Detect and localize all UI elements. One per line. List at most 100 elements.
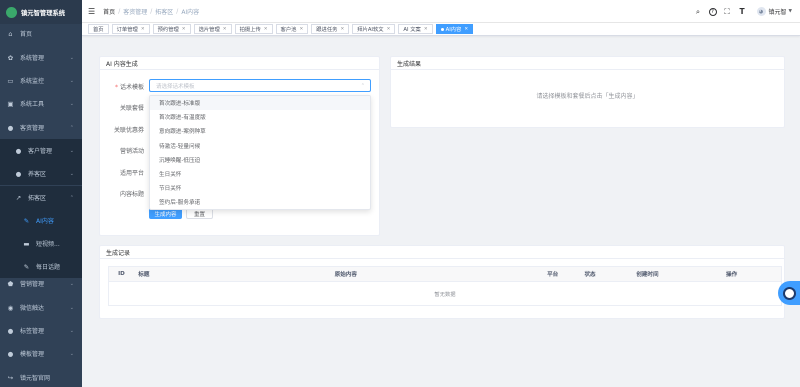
support-button[interactable] bbox=[778, 281, 800, 305]
active-dot bbox=[440, 27, 444, 31]
breadcrumb-ai-content: AI内容 bbox=[181, 8, 200, 16]
close-icon[interactable]: ✕ bbox=[223, 27, 227, 32]
tag-photo-selection[interactable]: 选片管理 ✕ bbox=[193, 24, 232, 34]
sidebar-item-short-video[interactable]: ▬ 短视频... bbox=[0, 232, 82, 255]
sidebar-item-label: 系统监控 bbox=[20, 78, 45, 85]
tag-ai-content[interactable]: AI内容 ✕ bbox=[435, 24, 474, 34]
column-status: 状态 bbox=[584, 272, 596, 278]
template-label: * 话术模板 bbox=[114, 84, 144, 91]
chevron-up-icon: ⌃ bbox=[69, 194, 74, 201]
logo-icon bbox=[6, 6, 17, 18]
option-holiday[interactable]: 节日关怀 bbox=[150, 181, 370, 195]
chevron-down-icon: ⌄ bbox=[69, 170, 74, 177]
sidebar-item-home[interactable]: ⌂ 首页 bbox=[0, 22, 82, 45]
sidebar-item-system[interactable]: ✿ 系统管理 ⌄ bbox=[0, 46, 82, 69]
option-first-warm[interactable]: 首次跟进-有温度版 bbox=[150, 110, 370, 124]
sidebar-item-label: 微信触达 bbox=[20, 305, 45, 312]
close-icon[interactable]: ✕ bbox=[387, 27, 391, 32]
sidebar-item-nurture[interactable]: ● 养客区 ⌄ bbox=[0, 162, 82, 185]
user-name[interactable]: 镇元智 bbox=[769, 7, 787, 16]
sidebar: 镇元智管理系统 ⌂ 首页 ✿ 系统管理 ⌄ ▭ 系统监控 ⌄ ▣ 系统工具 ⌄ … bbox=[0, 0, 82, 387]
close-icon[interactable]: ✕ bbox=[340, 27, 344, 32]
user-icon: ● bbox=[7, 326, 14, 335]
option-birthday[interactable]: 生日关怀 bbox=[150, 167, 370, 181]
user-icon: ● bbox=[7, 123, 14, 132]
close-icon[interactable]: ✕ bbox=[464, 27, 468, 32]
fullscreen-icon[interactable]: ⛶ bbox=[723, 7, 732, 17]
users-icon: ● bbox=[15, 169, 22, 178]
tag-ai-article[interactable]: 拜片AI软文 ✕ bbox=[352, 24, 396, 34]
help-icon[interactable]: ? bbox=[708, 7, 717, 16]
coupon-label: 关联优惠券 bbox=[113, 127, 144, 134]
caret-down-icon[interactable]: ▼ bbox=[789, 9, 792, 14]
tags-view: 首页 订单管理 ✕ 预约管理 ✕ 选片管理 ✕ 拍摄上传 ✕ 客户池 ✕ 跟进任务 ✕ 拜片… bbox=[82, 23, 800, 36]
close-icon[interactable]: ✕ bbox=[424, 27, 428, 32]
tag-ai-copy[interactable]: AI 文案 ✕ bbox=[398, 24, 433, 34]
template-select-placeholder: 请选择话术模板 bbox=[156, 83, 195, 90]
sidebar-item-tools[interactable]: ▣ 系统工具 ⌄ bbox=[0, 92, 82, 115]
sidebar-item-templates[interactable]: ● 模板管理 ⌄ bbox=[0, 342, 82, 365]
tool-icon: ▣ bbox=[7, 99, 14, 108]
option-intent-case[interactable]: 意向跟进-案例种草 bbox=[150, 124, 370, 138]
support-avatar-icon bbox=[782, 286, 796, 300]
font-size-icon[interactable]: T bbox=[738, 7, 747, 16]
close-icon[interactable]: ✕ bbox=[299, 27, 303, 32]
close-icon[interactable]: ✕ bbox=[182, 27, 186, 32]
sidebar-item-wechat[interactable]: ◉ 微信触达 ⌄ bbox=[0, 296, 82, 319]
tag-orders[interactable]: 订单管理 ✕ bbox=[111, 24, 150, 34]
records-card: 生成记录 ID 标题 原始内容 平台 状态 创建时间 操作 暂无数据 bbox=[99, 245, 785, 319]
column-platform: 平台 bbox=[547, 272, 559, 278]
edit-icon: ✎ bbox=[23, 216, 30, 225]
avatar[interactable]: ◕ bbox=[756, 7, 766, 16]
column-title: 标题 bbox=[138, 272, 150, 278]
breadcrumb-home[interactable]: 首页 bbox=[103, 7, 115, 16]
breadcrumb-prospecting: 拓客区 bbox=[155, 8, 174, 16]
shirt-icon: ⬟ bbox=[7, 279, 14, 288]
chevron-up-icon: ⌃ bbox=[69, 124, 74, 131]
option-activate-light[interactable]: 待激活-轻量问候 bbox=[150, 139, 370, 153]
chevron-down-icon: ⌄ bbox=[69, 280, 74, 287]
sidebar-item-label: 系统管理 bbox=[20, 55, 45, 62]
column-created-at: 创建时间 bbox=[636, 272, 659, 278]
tag-customer-pool[interactable]: 客户池 ✕ bbox=[275, 24, 309, 34]
close-icon[interactable]: ✕ bbox=[264, 27, 268, 32]
tag-upload[interactable]: 拍摄上传 ✕ bbox=[234, 24, 273, 34]
close-icon[interactable]: ✕ bbox=[141, 27, 145, 32]
card-title: AI 内容生成 bbox=[100, 57, 379, 70]
sidebar-item-label: 拓客区 bbox=[28, 195, 47, 202]
result-empty-text: 请选择模板和套餐后点击「生成内容」 bbox=[536, 93, 639, 100]
card-title: 生成记录 bbox=[100, 246, 784, 259]
sidebar-item-prospecting[interactable]: ↗ 拓客区 ⌃ bbox=[0, 186, 82, 209]
records-table: ID 标题 原始内容 平台 状态 创建时间 操作 暂无数据 bbox=[108, 266, 782, 306]
sidebar-item-website[interactable]: ↪ 镇元智官网 bbox=[0, 366, 82, 387]
video-icon: ▬ bbox=[23, 239, 30, 248]
sidebar-item-customer-resources[interactable]: ● 客资管理 ⌃ bbox=[0, 116, 82, 139]
hamburger-icon[interactable]: ☰ bbox=[88, 7, 95, 16]
chevron-down-icon: ⌄ bbox=[69, 100, 74, 107]
users-icon: ● bbox=[15, 146, 22, 155]
option-dormant-wake[interactable]: 沉睡唤醒-低压迫 bbox=[150, 153, 370, 167]
sidebar-item-customers[interactable]: ● 客户管理 ⌄ bbox=[0, 139, 82, 162]
column-actions: 操作 bbox=[726, 272, 738, 278]
option-first-standard[interactable]: 首次跟进-标准版 bbox=[150, 96, 370, 111]
option-after-signing[interactable]: 签约后-服务承诺 bbox=[150, 195, 370, 209]
sidebar-item-marketing[interactable]: ⬟ 营销管理 ⌄ bbox=[0, 272, 82, 295]
sidebar-item-label: 短视频... bbox=[36, 241, 60, 248]
template-select[interactable]: 请选择话术模板 ⌃ bbox=[149, 79, 371, 92]
sidebar-item-monitor[interactable]: ▭ 系统监控 ⌄ bbox=[0, 69, 82, 92]
sidebar-item-label: 镇元智官网 bbox=[20, 375, 51, 382]
column-original-content: 原始内容 bbox=[334, 272, 357, 278]
sidebar-item-tags[interactable]: ● 标签管理 ⌄ bbox=[0, 319, 82, 342]
navbar-tools: ⌕ ? ⛶ T ◕ 镇元智 ▼ bbox=[688, 0, 792, 23]
trend-icon: ↗ bbox=[15, 193, 22, 202]
gear-icon: ✿ bbox=[7, 53, 14, 62]
search-icon[interactable]: ⌕ bbox=[694, 7, 703, 17]
tag-followup[interactable]: 跟进任务 ✕ bbox=[311, 24, 350, 34]
table-empty-text: 暂无数据 bbox=[108, 282, 782, 306]
tag-home[interactable]: 首页 bbox=[88, 24, 109, 34]
brand[interactable]: 镇元智管理系统 bbox=[0, 0, 82, 24]
sidebar-item-ai-content[interactable]: ✎ AI内容 bbox=[0, 209, 82, 232]
app-title: 镇元智管理系统 bbox=[21, 9, 66, 17]
tag-appointments[interactable]: 预约管理 ✕ bbox=[152, 24, 191, 34]
column-id: ID bbox=[118, 271, 125, 277]
